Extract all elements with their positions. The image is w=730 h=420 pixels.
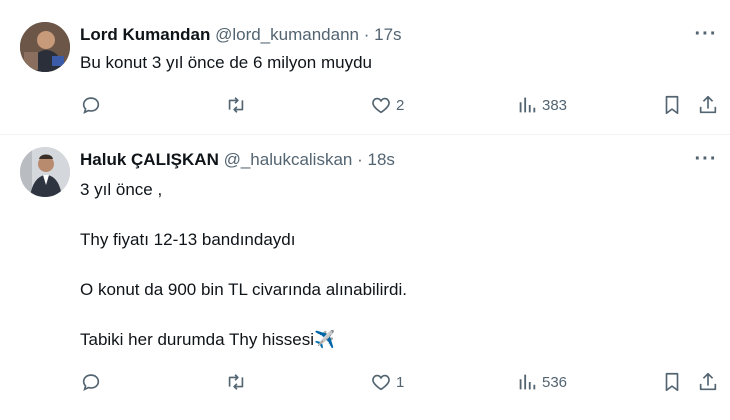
reply-icon — [82, 97, 100, 114]
timestamp[interactable]: 18s — [368, 150, 395, 169]
tweet-header: Lord Kumandan @lord_kumandann · 17s — [80, 24, 402, 46]
tweet-text-line: Tabiki her durumda Thy hissesi✈️ — [80, 330, 336, 349]
views-button[interactable]: 536 — [516, 370, 567, 394]
avatar[interactable] — [20, 22, 70, 72]
user-handle[interactable]: @_halukcaliskan — [224, 150, 353, 169]
avatar[interactable] — [20, 147, 70, 197]
share-button[interactable] — [697, 93, 719, 117]
reply-button[interactable] — [80, 370, 102, 394]
timestamp[interactable]: 17s — [374, 25, 401, 44]
retweet-button[interactable] — [225, 93, 247, 117]
views-button[interactable]: 383 — [516, 93, 567, 117]
separator-dot: · — [357, 150, 363, 169]
action-bar: 2 383 — [0, 93, 730, 117]
more-icon[interactable]: ··· — [694, 24, 718, 47]
share-icon — [699, 372, 717, 391]
tweet-header: Haluk ÇALIŞKAN @_halukcaliskan · 18s — [80, 149, 395, 171]
tweet[interactable]: Lord Kumandan @lord_kumandann · 17s ··· … — [0, 0, 730, 135]
action-bar: 1 536 — [0, 370, 730, 394]
tweet[interactable]: Haluk ÇALIŞKAN @_halukcaliskan · 18s ···… — [0, 135, 730, 420]
like-count: 2 — [396, 96, 405, 114]
like-button[interactable]: 1 — [370, 370, 404, 394]
more-icon[interactable]: ··· — [694, 149, 718, 172]
like-button[interactable]: 2 — [370, 93, 404, 117]
like-count: 1 — [396, 373, 405, 391]
bookmark-button[interactable] — [661, 370, 683, 394]
retweet-icon — [228, 97, 244, 113]
tweet-text-line: 3 yıl önce , — [80, 180, 163, 199]
views-icon — [519, 97, 536, 113]
bookmark-icon — [665, 372, 679, 392]
view-count: 383 — [542, 96, 568, 114]
display-name[interactable]: Haluk ÇALIŞKAN — [80, 150, 219, 169]
view-count: 536 — [542, 373, 568, 391]
share-icon — [699, 95, 717, 114]
tweet-text-line: Thy fiyatı 12-13 bandındaydı — [80, 230, 296, 249]
retweet-icon — [228, 374, 244, 390]
views-icon — [519, 374, 536, 390]
separator-dot: · — [363, 25, 370, 44]
heart-icon — [372, 97, 390, 114]
share-button[interactable] — [697, 370, 719, 394]
tweet-text-line: O konut da 900 bin TL civarında alınabil… — [80, 280, 407, 299]
retweet-button[interactable] — [225, 370, 247, 394]
display-name[interactable]: Lord Kumandan — [80, 25, 210, 44]
reply-button[interactable] — [80, 93, 102, 117]
tweet-text: Bu konut 3 yıl önce de 6 milyon muydu — [80, 53, 372, 72]
bookmark-button[interactable] — [661, 93, 683, 117]
reply-icon — [82, 374, 100, 391]
user-handle[interactable]: @lord_kumandann — [215, 25, 359, 44]
heart-icon — [372, 374, 390, 391]
bookmark-icon — [665, 95, 679, 115]
